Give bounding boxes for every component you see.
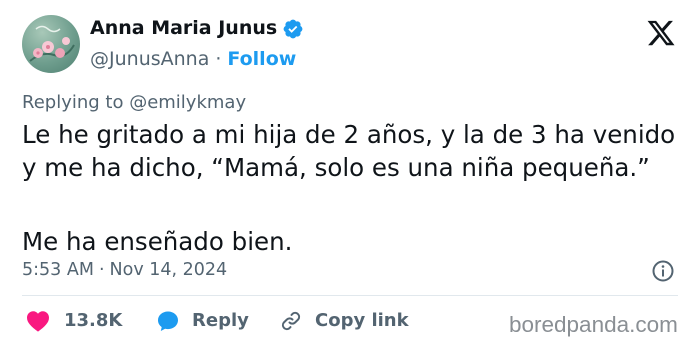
speech-bubble-icon xyxy=(158,311,178,331)
info-icon[interactable] xyxy=(651,259,675,283)
tweet-card: Anna Maria Junus @JunusAnna · Follow Reply… xyxy=(0,0,700,348)
verified-badge-icon xyxy=(283,19,303,39)
tweet-line: Me ha enseñado bien. xyxy=(22,227,293,256)
divider xyxy=(22,295,678,296)
handle-row: @JunusAnna · Follow xyxy=(90,47,296,71)
like-count: 13.8K xyxy=(64,310,123,331)
heart-icon xyxy=(27,311,49,332)
tweet-line: y me ha dicho, “Mamá, solo es una niña p… xyxy=(22,153,650,182)
meta-separator: · xyxy=(98,260,105,280)
replying-to[interactable]: Replying to @emilykmay xyxy=(22,92,246,114)
tweet-text: Le he gritado a mi hija de 2 años, y la … xyxy=(22,118,682,258)
reply-label: Reply xyxy=(192,310,249,331)
tweet-time: 5:53 AM xyxy=(22,260,94,280)
reply-button[interactable]: Reply xyxy=(156,307,249,335)
display-name[interactable]: Anna Maria Junus xyxy=(90,16,277,40)
tweet-date: Nov 14, 2024 xyxy=(109,260,228,280)
follow-button[interactable]: Follow xyxy=(227,48,296,70)
avatar[interactable] xyxy=(22,15,80,73)
link-icon xyxy=(281,311,301,331)
avatar-flowers xyxy=(29,25,75,62)
watermark: boredpanda.com xyxy=(509,312,678,337)
handle[interactable]: @JunusAnna xyxy=(90,48,209,70)
copy-link-button[interactable]: Copy link xyxy=(279,307,409,335)
handle-separator: · xyxy=(215,48,222,70)
copy-link-label: Copy link xyxy=(315,310,409,331)
x-logo-icon[interactable] xyxy=(646,18,676,48)
tweet-line: Le he gritado a mi hija de 2 años, y la … xyxy=(22,120,676,149)
like-button[interactable]: 13.8K xyxy=(26,307,122,335)
timestamp[interactable]: 5:53 AM · Nov 14, 2024 xyxy=(22,259,227,281)
